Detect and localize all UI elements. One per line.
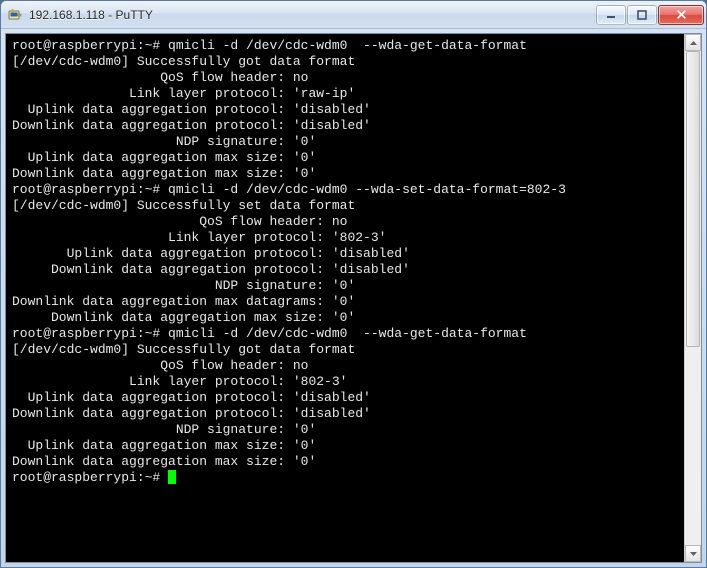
terminal-line: NDP signature: '0' [12,278,682,294]
terminal-line: Link layer protocol: '802-3' [12,374,682,390]
terminal-line: [/dev/cdc-wdm0] Successfully got data fo… [12,54,682,70]
scroll-down-button[interactable] [685,545,701,562]
terminal-line: Downlink data aggregation max size: '0' [12,166,682,182]
terminal-line: QoS flow header: no [12,358,682,374]
titlebar[interactable]: 192.168.1.118 - PuTTY [1,1,706,29]
scroll-track[interactable] [685,51,701,545]
terminal-line: Downlink data aggregation max size: '0' [12,310,682,326]
cursor [168,470,176,484]
terminal-line: Downlink data aggregation max size: '0' [12,454,682,470]
terminal-line: Link layer protocol: '802-3' [12,230,682,246]
terminal-line: QoS flow header: no [12,70,682,86]
terminal[interactable]: root@raspberrypi:~# qmicli -d /dev/cdc-w… [6,34,684,562]
terminal-line: NDP signature: '0' [12,134,682,150]
terminal-line: [/dev/cdc-wdm0] Successfully set data fo… [12,198,682,214]
terminal-line: Link layer protocol: 'raw-ip' [12,86,682,102]
putty-icon [7,7,23,23]
terminal-line: Downlink data aggregation protocol: 'dis… [12,262,682,278]
terminal-line: root@raspberrypi:~# qmicli -d /dev/cdc-w… [12,326,682,342]
terminal-line: root@raspberrypi:~# qmicli -d /dev/cdc-w… [12,38,682,54]
terminal-line: Uplink data aggregation protocol: 'disab… [12,246,682,262]
maximize-button[interactable] [627,5,657,25]
terminal-line: Uplink data aggregation protocol: 'disab… [12,390,682,406]
minimize-button[interactable] [596,5,626,25]
terminal-line: Uplink data aggregation protocol: 'disab… [12,102,682,118]
terminal-line: [/dev/cdc-wdm0] Successfully got data fo… [12,342,682,358]
scrollbar[interactable] [684,34,701,562]
terminal-area: root@raspberrypi:~# qmicli -d /dev/cdc-w… [5,33,702,563]
terminal-line: Downlink data aggregation protocol: 'dis… [12,118,682,134]
terminal-line: NDP signature: '0' [12,422,682,438]
window-title: 192.168.1.118 - PuTTY [29,8,595,22]
window-controls [595,5,704,25]
terminal-line: Uplink data aggregation max size: '0' [12,438,682,454]
close-button[interactable] [658,5,704,25]
terminal-line: root@raspberrypi:~# [12,470,682,486]
scroll-thumb[interactable] [686,51,700,347]
putty-window: 192.168.1.118 - PuTTY root@raspberrypi:~… [0,0,707,568]
terminal-line: Uplink data aggregation max size: '0' [12,150,682,166]
terminal-line: Downlink data aggregation max datagrams:… [12,294,682,310]
scroll-up-button[interactable] [685,34,701,51]
terminal-line: Downlink data aggregation protocol: 'dis… [12,406,682,422]
terminal-line: QoS flow header: no [12,214,682,230]
terminal-line: root@raspberrypi:~# qmicli -d /dev/cdc-w… [12,182,682,198]
